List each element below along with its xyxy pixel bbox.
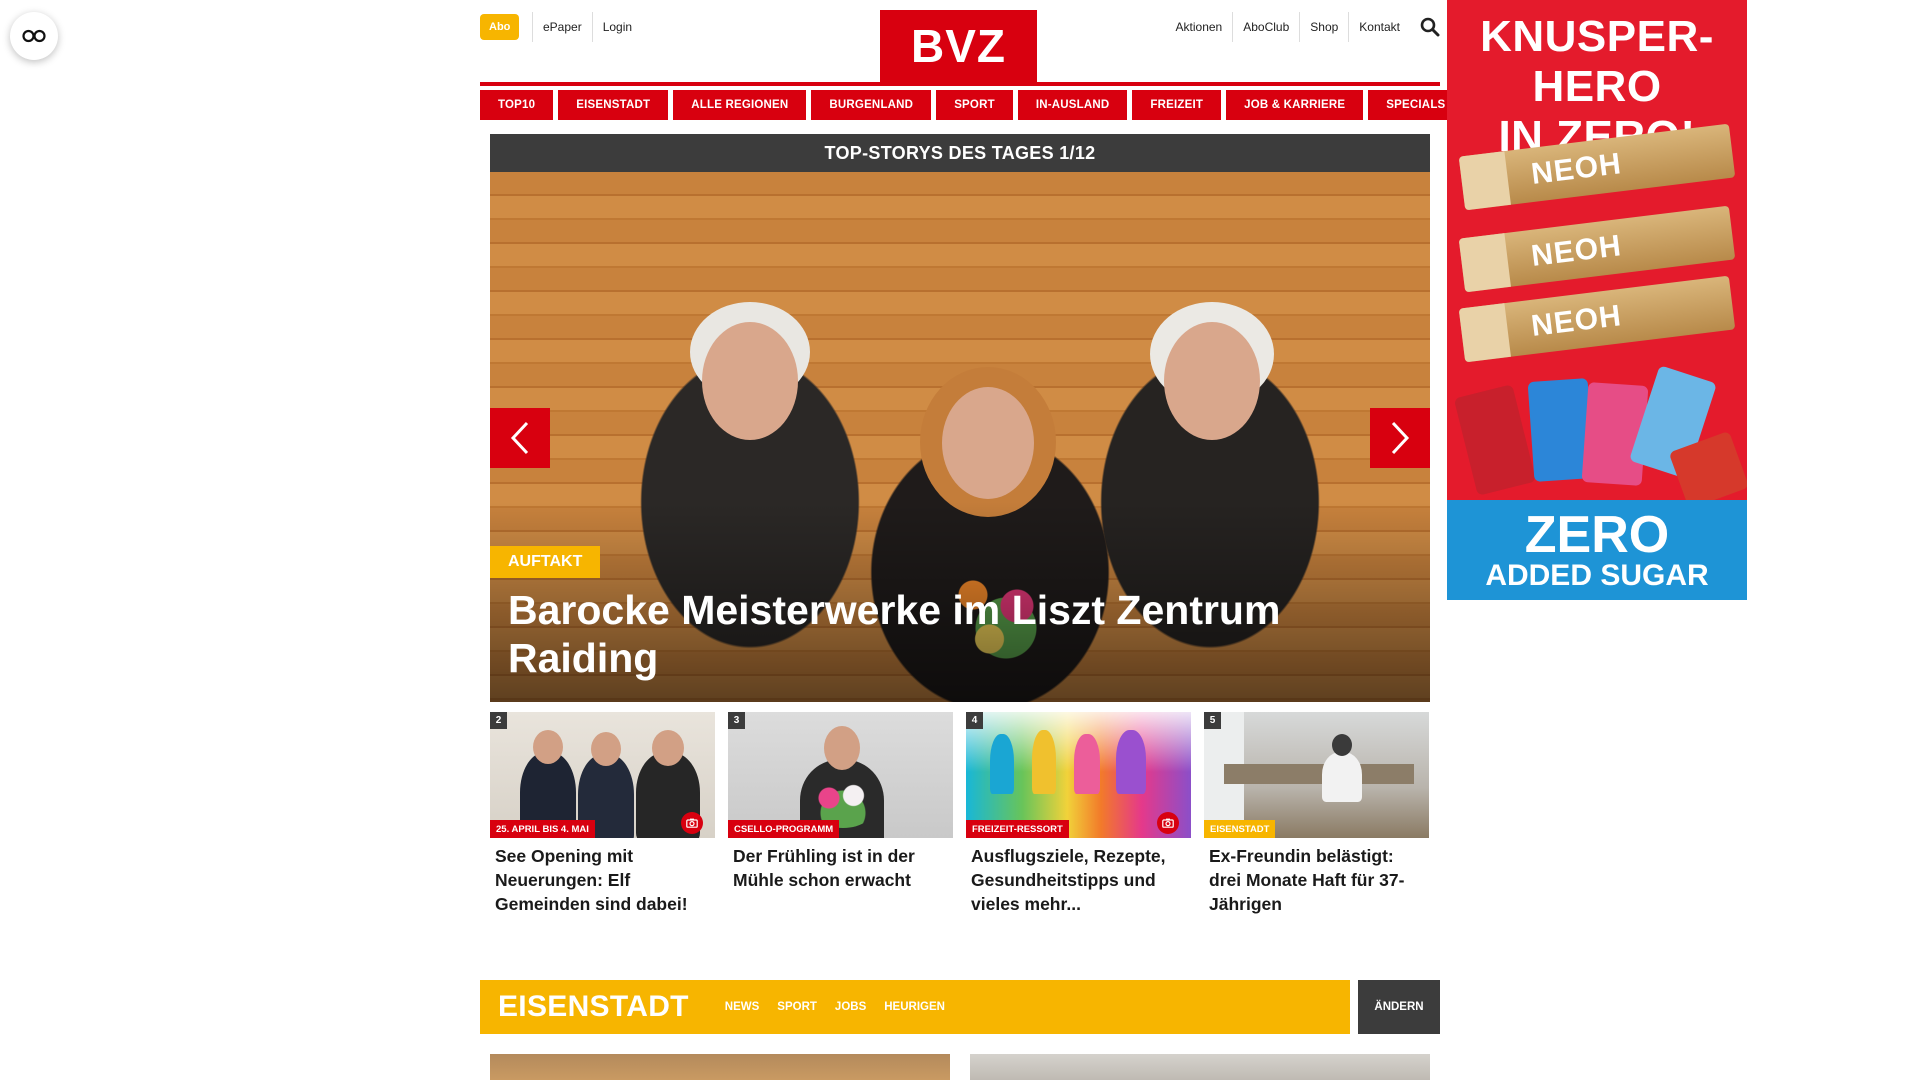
hero-person-right xyxy=(1164,322,1260,440)
aboclub-link[interactable]: AboClub xyxy=(1232,12,1299,42)
story-title[interactable]: See Opening mit Neuerungen: Elf Gemeinde… xyxy=(490,838,715,916)
nav-item-burgenland[interactable]: BURGENLAND xyxy=(811,90,932,120)
story-tag: FREIZEIT-RESSORT xyxy=(966,820,1069,838)
card-photo-person xyxy=(1322,752,1362,802)
card-photo-silhouette xyxy=(1074,734,1100,794)
story-cards: 2 25. APRIL BIS 4. MAI See Opening mit N… xyxy=(490,712,1430,916)
story-card-image: 5 EISENSTADT xyxy=(1204,712,1429,838)
story-card[interactable]: 2 25. APRIL BIS 4. MAI See Opening mit N… xyxy=(490,712,715,916)
hero-person-center xyxy=(942,387,1034,499)
ad-product-bag xyxy=(1453,384,1537,496)
region-title[interactable]: EISENSTADT xyxy=(480,990,689,1024)
login-link[interactable]: Login xyxy=(591,12,642,42)
story-card-image: 4 FREIZEIT-RESSORT xyxy=(966,712,1191,838)
header-divider xyxy=(480,82,1440,86)
card-photo-head xyxy=(824,726,860,770)
story-card-image: 2 25. APRIL BIS 4. MAI xyxy=(490,712,715,838)
top-right-links: Aktionen AboClub Shop Kontakt xyxy=(1166,12,1440,42)
shop-link[interactable]: Shop xyxy=(1299,12,1348,42)
carousel-prev-button[interactable] xyxy=(490,408,550,468)
ad-bar-label: NEOH xyxy=(1529,299,1624,343)
story-title[interactable]: Ex-Freundin belästigt: drei Monate Haft … xyxy=(1204,838,1429,916)
story-card[interactable]: 3 CSELLO-PROGRAMM Der Frühling ist in de… xyxy=(728,712,953,916)
change-region-button[interactable]: ÄNDERN xyxy=(1358,980,1440,1034)
glasses-icon xyxy=(22,29,46,43)
nav-item-sport[interactable]: SPORT xyxy=(936,90,1013,120)
site-logo[interactable]: BVZ xyxy=(880,10,1037,82)
ad-bar-band xyxy=(1458,151,1511,211)
gallery-badge xyxy=(681,812,703,834)
accessibility-button[interactable] xyxy=(10,12,58,60)
card-photo-head xyxy=(591,732,621,766)
camera-icon xyxy=(1162,818,1174,828)
nav-item-in-ausland[interactable]: IN-AUSLAND xyxy=(1017,90,1128,120)
abo-button[interactable]: Abo xyxy=(480,14,520,40)
region-link-news[interactable]: NEWS xyxy=(725,1001,760,1013)
gallery-badge xyxy=(1157,812,1179,834)
top-left-links: ePaper Login xyxy=(532,12,642,42)
story-rank: 3 xyxy=(728,712,745,729)
story-card[interactable]: 4 FREIZEIT-RESSORT Ausflugsziele, Rezept… xyxy=(966,712,1191,916)
chevron-right-icon xyxy=(1391,421,1410,455)
ad-bar-band xyxy=(1458,233,1511,293)
card-photo-silhouette xyxy=(1032,730,1056,794)
ad-headline-line-1: KNUSPER-HERO xyxy=(1480,12,1714,111)
story-title[interactable]: Ausflugsziele, Rezepte, Gesundheitstipps… xyxy=(966,838,1191,916)
ad-bar-label: NEOH xyxy=(1529,229,1624,273)
nav-item-eisenstadt[interactable]: EISENSTADT xyxy=(558,90,669,120)
ad-sugar-text: ADDED SUGAR xyxy=(1485,559,1709,592)
story-tag: EISENSTADT xyxy=(1204,820,1276,838)
region-link-heurigen[interactable]: HEURIGEN xyxy=(884,1001,945,1013)
hero-headline[interactable]: Barocke Meisterwerke im Liszt Zentrum Ra… xyxy=(508,586,1388,682)
top-bar: Abo ePaper Login BVZ Aktionen AboClub Sh… xyxy=(480,0,1440,82)
ad-bar-band xyxy=(1458,303,1511,363)
nav-item-alle-regionen[interactable]: ALLE REGIONEN xyxy=(673,90,807,120)
search-icon xyxy=(1420,17,1440,37)
story-rank: 2 xyxy=(490,712,507,729)
story-rank: 5 xyxy=(1204,712,1221,729)
card-photo-silhouette xyxy=(990,734,1014,794)
region-teaser-image[interactable] xyxy=(490,1054,950,1080)
nav-item-job-karriere[interactable]: JOB & KARRIERE xyxy=(1226,90,1364,120)
aktionen-link[interactable]: Aktionen xyxy=(1166,12,1233,42)
story-tag: CSELLO-PROGRAMM xyxy=(728,820,840,838)
chevron-left-icon xyxy=(510,421,529,455)
hero-image[interactable]: AUFTAKT Barocke Meisterwerke im Liszt Ze… xyxy=(490,172,1430,702)
top-stories-carousel: TOP-STORYS DES TAGES 1/12 AUFTAKT Barock… xyxy=(490,134,1430,702)
advertisement-banner[interactable]: KNUSPER-HERO IN ZERO! NEOH NEOH NEOH ZER… xyxy=(1447,0,1747,600)
story-rank: 4 xyxy=(966,712,983,729)
carousel-header: TOP-STORYS DES TAGES 1/12 xyxy=(490,134,1430,172)
card-photo-silhouette xyxy=(1116,730,1146,794)
card-photo-bench xyxy=(1224,764,1414,784)
camera-icon xyxy=(686,818,698,828)
story-tag: 25. APRIL BIS 4. MAI xyxy=(490,820,595,838)
ad-product-bar: NEOH xyxy=(1458,275,1736,363)
kontakt-link[interactable]: Kontakt xyxy=(1348,12,1410,42)
card-photo-head xyxy=(1332,734,1352,756)
main-nav: TOP10 EISENSTADT ALLE REGIONEN BURGENLAN… xyxy=(480,90,1464,120)
story-title[interactable]: Der Frühling ist in der Mühle schon erwa… xyxy=(728,838,953,892)
ad-zero-text: ZERO xyxy=(1524,506,1670,564)
carousel-next-button[interactable] xyxy=(1370,408,1430,468)
epaper-link[interactable]: ePaper xyxy=(532,12,592,42)
region-link-jobs[interactable]: JOBS xyxy=(835,1001,866,1013)
region-bar: EISENSTADT NEWS SPORT JOBS HEURIGEN xyxy=(480,980,1350,1034)
story-card[interactable]: 5 EISENSTADT Ex-Freundin belästigt: drei… xyxy=(1204,712,1429,916)
ad-bar-label: NEOH xyxy=(1529,147,1624,191)
story-card-image: 3 CSELLO-PROGRAMM xyxy=(728,712,953,838)
hero-person-left xyxy=(702,322,798,440)
region-link-sport[interactable]: SPORT xyxy=(777,1001,817,1013)
nav-item-freizeit[interactable]: FREIZEIT xyxy=(1132,90,1222,120)
nav-item-top10[interactable]: TOP10 xyxy=(480,90,554,120)
search-button[interactable] xyxy=(1410,12,1440,42)
card-photo-head xyxy=(652,730,684,766)
hero-category-tag: AUFTAKT xyxy=(490,546,601,578)
card-photo-head xyxy=(533,730,563,764)
region-teaser-image[interactable] xyxy=(970,1054,1430,1080)
